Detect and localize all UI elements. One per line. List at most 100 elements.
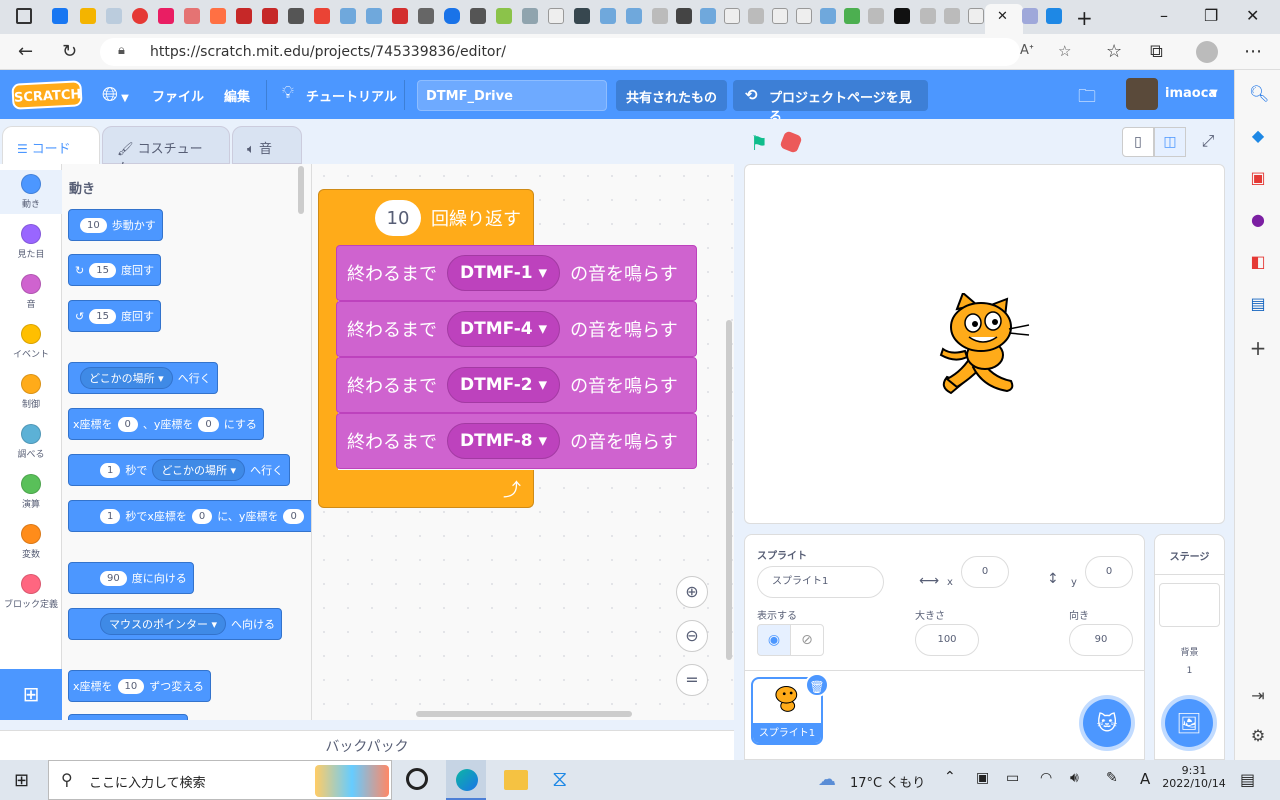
tab-favicon-icon[interactable] — [868, 8, 884, 24]
weather-text[interactable]: 17°C くもり — [850, 772, 925, 791]
tab-favicon-icon[interactable] — [920, 8, 936, 24]
menu-tutorials[interactable]: チュートリアル — [306, 86, 397, 105]
cat-sprite[interactable] — [933, 293, 1033, 397]
y-input[interactable]: 0 — [1085, 556, 1133, 588]
x-input[interactable]: 0 — [961, 556, 1009, 588]
block-play-sound-until-done[interactable]: 終わるまで DTMF-2 ▾ の音を鳴らす — [336, 357, 697, 413]
block-move-steps[interactable]: 10 歩動かす — [68, 209, 163, 241]
tab-favicon-icon[interactable] — [288, 8, 304, 24]
window-close-icon[interactable]: ✕ — [1246, 6, 1259, 25]
collections-icon[interactable]: ⧉ — [1150, 41, 1163, 62]
hide-eye-icon[interactable]: ⊘ — [790, 624, 824, 656]
tab-favicon-icon[interactable] — [574, 8, 590, 24]
tab-favicon-icon[interactable] — [340, 8, 356, 24]
sound-dropdown[interactable]: DTMF-8 ▾ — [447, 423, 561, 459]
stage-selector[interactable]: ステージ 背景 1 🖼︎ — [1154, 534, 1225, 760]
stop-icon[interactable] — [779, 130, 803, 154]
block-partial[interactable] — [68, 714, 188, 720]
back-icon[interactable]: ← — [18, 41, 33, 62]
zoom-reset-icon[interactable]: = — [676, 664, 708, 696]
volume-icon[interactable]: 🔊︎ — [1070, 770, 1079, 786]
tab-favicon-icon[interactable] — [522, 8, 538, 24]
taskbar-edge-app[interactable] — [446, 760, 486, 800]
tab-favicon-icon[interactable] — [470, 8, 486, 24]
windows-start-icon[interactable]: ⊞ — [14, 770, 29, 791]
delete-sprite-trash-icon[interactable]: 🗑︎ — [805, 673, 829, 697]
block-go-to[interactable]: どこかの場所 ▾ へ行く — [68, 362, 218, 394]
category-sensing[interactable]: 調べる — [0, 424, 62, 460]
zoom-out-icon[interactable]: ⊖ — [676, 620, 708, 652]
size-input[interactable]: 100 — [915, 624, 979, 656]
block-repeat[interactable]: 10 回繰り返す — [318, 189, 534, 247]
tab-favicon-icon[interactable] — [132, 8, 148, 24]
tutorial-bulb-icon[interactable]: 💡︎ — [282, 83, 294, 103]
tray-pen-icon[interactable]: ▣ — [976, 770, 989, 786]
add-backdrop-image-icon[interactable]: 🖼︎ — [1165, 699, 1213, 747]
block-play-sound-until-done[interactable]: 終わるまで DTMF-8 ▾ の音を鳴らす — [336, 413, 697, 469]
search-icon[interactable]: 🔍︎ — [1249, 84, 1269, 103]
user-avatar[interactable] — [1126, 78, 1158, 110]
category-operators[interactable]: 演算 — [0, 474, 62, 510]
tab-favicon-icon[interactable] — [158, 8, 174, 24]
script-workspace[interactable]: 10 回繰り返す ⤴ 終わるまで DTMF-1 ▾ の音を鳴らす 終わるまで D… — [312, 164, 734, 720]
block-glide-to[interactable]: 1 秒で どこかの場所 ▾ へ行く — [68, 454, 291, 486]
tab-favicon-icon[interactable] — [106, 8, 122, 24]
minimize-icon[interactable]: – — [1160, 6, 1168, 25]
shared-button[interactable]: 共有されたもの — [616, 80, 728, 111]
tab-favicon-icon[interactable] — [210, 8, 226, 24]
see-project-page-button[interactable]: ⟲ プロジェクトページを見る — [733, 80, 928, 125]
block-point-direction[interactable]: 90 度に向ける — [68, 562, 194, 594]
tab-favicon-icon[interactable] — [548, 8, 564, 24]
battery-icon[interactable]: ▭ — [1006, 770, 1019, 786]
tab-favicon-icon[interactable] — [772, 8, 788, 24]
stage-canvas[interactable] — [744, 164, 1225, 524]
show-eye-icon[interactable]: ◉ — [757, 624, 791, 656]
tab-favicon-icon[interactable] — [1046, 8, 1062, 24]
tab-favicon-icon[interactable] — [944, 8, 960, 24]
tab-favicon-icon[interactable] — [700, 8, 716, 24]
tab-favicon-icon[interactable] — [652, 8, 668, 24]
shopping-icon[interactable]: ◆ — [1249, 126, 1267, 145]
account-chevron-down-icon[interactable]: ▼ — [1210, 88, 1218, 99]
tab-favicon-icon[interactable] — [600, 8, 616, 24]
block-input[interactable]: 10 — [80, 217, 107, 233]
tab-favicon-icon[interactable] — [968, 8, 984, 24]
tab-favicon-icon[interactable] — [894, 8, 910, 24]
scratch-logo[interactable]: SCRATCH — [11, 80, 83, 110]
zoom-in-icon[interactable]: ⊕ — [676, 576, 708, 608]
block-input[interactable]: 0 — [117, 416, 138, 432]
reload-icon[interactable]: ↻ — [62, 41, 77, 62]
category-my-blocks[interactable]: ブロック定義 — [0, 574, 62, 610]
wifi-icon[interactable]: ◠ — [1040, 770, 1052, 786]
tab-close-icon[interactable]: ✕ — [997, 9, 1008, 24]
workspace-horizontal-scrollbar[interactable] — [416, 711, 632, 717]
tab-favicon-icon[interactable] — [80, 8, 96, 24]
direction-input[interactable]: 90 — [1069, 624, 1133, 656]
tab-favicon-icon[interactable] — [820, 8, 836, 24]
my-stuff-folder-icon[interactable]: 🗀 — [1078, 84, 1096, 114]
small-stage-icon[interactable]: ▯ — [1122, 127, 1154, 157]
more-menu-icon[interactable]: ⋯ — [1244, 41, 1262, 62]
tab-favicon-icon[interactable] — [1022, 8, 1038, 24]
new-tab-icon[interactable]: + — [1076, 6, 1093, 30]
tab-code[interactable]: ☰ コード — [2, 126, 100, 164]
profile-avatar[interactable] — [1196, 41, 1218, 63]
tab-sounds[interactable]: 🔈︎ 音 — [232, 126, 302, 164]
clock[interactable]: 9:31 2022/10/14 — [1162, 764, 1226, 790]
tab-favicon-icon[interactable] — [418, 8, 434, 24]
block-input[interactable]: 15 — [89, 308, 116, 324]
palette-scrollbar[interactable] — [298, 166, 304, 214]
block-input[interactable]: 15 — [89, 262, 116, 278]
settings-gear-icon[interactable]: ⚙ — [1249, 726, 1267, 745]
taskbar-search[interactable]: ⚲ ここに入力して検索 — [48, 760, 392, 800]
tab-favicon-icon[interactable] — [392, 8, 408, 24]
outlook-icon[interactable]: ▤ — [1249, 294, 1267, 313]
block-input[interactable]: 10 — [117, 678, 145, 694]
category-variables[interactable]: 変数 — [0, 524, 62, 560]
sound-dropdown[interactable]: DTMF-4 ▾ — [447, 311, 561, 347]
block-play-sound-until-done[interactable]: 終わるまで DTMF-1 ▾ の音を鳴らす — [336, 245, 697, 301]
tab-favicon-icon[interactable] — [676, 8, 692, 24]
category-control[interactable]: 制御 — [0, 374, 62, 410]
tab-favicon-icon[interactable] — [236, 8, 252, 24]
add-favorite-icon[interactable]: ☆ — [1058, 42, 1071, 60]
